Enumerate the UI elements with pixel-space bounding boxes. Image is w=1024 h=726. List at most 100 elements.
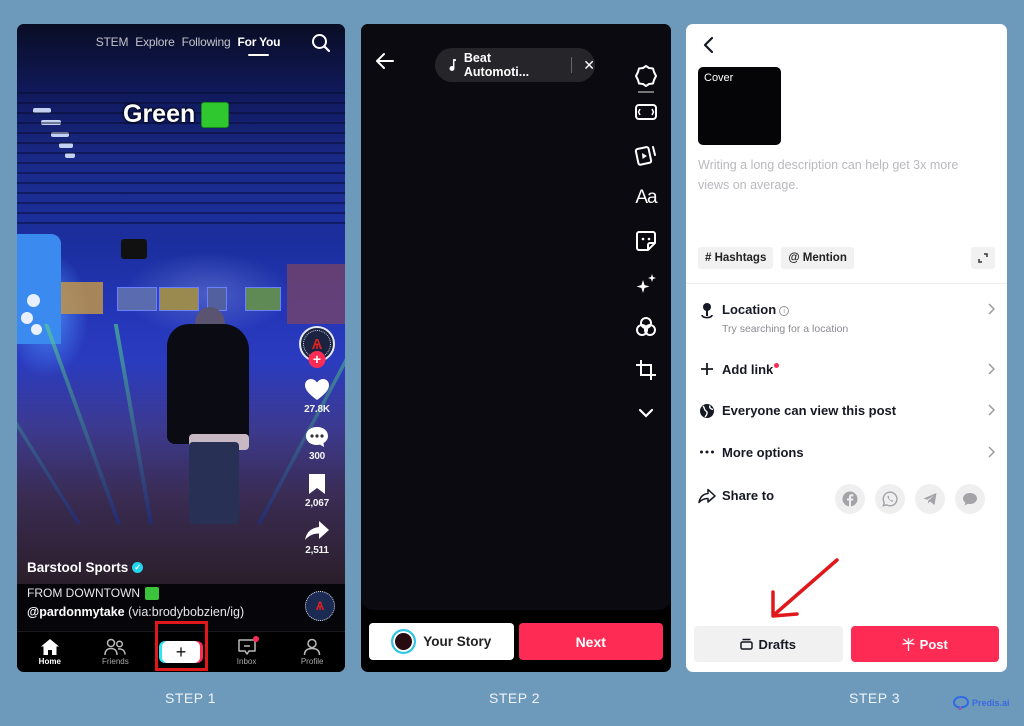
like-action[interactable]: 27.8K	[304, 378, 330, 415]
step-1-caption: STEP 1	[165, 690, 216, 706]
profile-icon	[303, 638, 321, 656]
video-preview[interactable]	[361, 24, 671, 610]
follow-button[interactable]: +	[308, 351, 326, 368]
verified-badge-icon: ✓	[132, 562, 144, 573]
music-disc-logo: Ѧ	[315, 599, 324, 613]
cover-thumbnail[interactable]: Cover	[698, 67, 781, 145]
lane-gutter	[44, 324, 121, 524]
cover-label: Cover	[704, 72, 734, 84]
step-3-caption: STEP 3	[849, 690, 900, 706]
your-story-button[interactable]: Your Story	[369, 623, 514, 660]
wall-dot	[21, 312, 33, 324]
tv-screen	[159, 287, 199, 311]
mention-chip[interactable]: @ Mention	[781, 247, 854, 269]
tool-text[interactable]: Aa	[635, 177, 657, 220]
location-hint: Try searching for a location	[722, 323, 849, 335]
tool-frame[interactable]	[634, 91, 658, 134]
music-note-icon	[449, 59, 456, 71]
tool-clips[interactable]	[634, 134, 658, 177]
wall-dot	[27, 294, 40, 307]
creator-name[interactable]: Barstool Sports ✓	[27, 560, 144, 575]
next-button[interactable]: Next	[518, 623, 663, 660]
share-to-row: Share to	[698, 484, 995, 514]
tab-explore[interactable]: Explore	[135, 35, 174, 49]
search-icon[interactable]	[311, 33, 331, 58]
drafts-button[interactable]: Drafts	[694, 626, 843, 662]
save-count: 2,067	[304, 498, 330, 509]
tab-stem[interactable]: STEM	[96, 35, 129, 49]
window-bar	[61, 282, 103, 314]
new-indicator-dot	[774, 363, 780, 368]
crop-icon	[636, 360, 656, 380]
caption-chips: # Hashtags @ Mention	[698, 247, 854, 269]
expand-icon[interactable]	[971, 247, 995, 269]
music-title: Beat Automoti...	[463, 51, 530, 79]
notification-dot	[252, 636, 259, 642]
plus-icon	[698, 362, 716, 376]
chevron-right-icon	[987, 302, 996, 320]
tab-for-you[interactable]: For You	[237, 35, 280, 56]
back-chevron-icon[interactable]	[702, 36, 714, 59]
back-arrow-icon[interactable]	[375, 52, 395, 75]
nav-inbox-label: Inbox	[236, 657, 257, 666]
share-action[interactable]: 2,511	[304, 519, 330, 556]
tool-more[interactable]	[638, 392, 654, 435]
tool-crop[interactable]	[635, 349, 657, 392]
whatsapp-share-button[interactable]	[875, 484, 905, 514]
add-link-row[interactable]: Add link	[698, 362, 996, 380]
text-aa-icon: Aa	[635, 187, 657, 208]
clip-play-icon	[634, 146, 656, 166]
side-action-bar: Ѧ + 27.8K 300 2,067 2,511	[295, 326, 339, 556]
comment-action[interactable]: 300	[304, 425, 330, 462]
music-disc[interactable]: Ѧ	[305, 591, 335, 621]
music-selector[interactable]: Beat Automoti... ✕	[435, 48, 595, 82]
hashtags-chip[interactable]: # Hashtags	[698, 247, 774, 269]
tool-effects[interactable]	[634, 263, 658, 306]
video-frame-icon	[635, 104, 657, 120]
step3-post-screen: Cover Writing a long description can hel…	[686, 24, 1007, 672]
nav-friends[interactable]: Friends	[85, 638, 145, 666]
section-divider	[686, 283, 1007, 284]
visibility-label: Everyone can view this post	[722, 403, 897, 418]
wall-dot	[31, 324, 42, 335]
tool-sticker[interactable]	[635, 220, 657, 263]
more-options-row[interactable]: More options	[698, 445, 996, 460]
message-share-button[interactable]	[955, 484, 985, 514]
nav-home[interactable]: Home	[20, 638, 80, 666]
info-icon[interactable]: i	[779, 305, 790, 316]
lane-gutter	[17, 324, 82, 524]
person-body	[167, 324, 249, 444]
tab-following[interactable]: Following	[182, 35, 231, 49]
save-action[interactable]: 2,067	[305, 472, 329, 509]
post-spark-icon	[902, 637, 915, 651]
pill-divider	[571, 57, 573, 73]
step2-edit-screen: Beat Automoti... ✕ Aa Your Story Next	[361, 24, 671, 672]
visibility-row[interactable]: Everyone can view this post	[698, 403, 996, 419]
nav-profile[interactable]: Profile	[282, 638, 342, 666]
like-count: 27.8K	[304, 404, 330, 415]
telegram-share-button[interactable]	[915, 484, 945, 514]
share-outline-icon	[698, 488, 716, 504]
facebook-share-button[interactable]	[835, 484, 865, 514]
remove-music-close-icon[interactable]: ✕	[583, 57, 595, 74]
tv-screen	[245, 287, 281, 311]
mention-link[interactable]: @pardonmytake	[27, 605, 125, 619]
green-square-emoji	[201, 101, 230, 128]
location-row[interactable]: Location i Try searching for a location	[698, 302, 996, 335]
nav-profile-label: Profile	[300, 657, 324, 666]
brand-name: Predis.ai	[972, 698, 1010, 708]
step2-bottom-bar: Your Story Next	[369, 623, 663, 660]
description-input[interactable]: Writing a long description can help get …	[698, 155, 988, 195]
nav-inbox[interactable]: Inbox	[217, 636, 277, 666]
comment-icon	[306, 427, 328, 447]
post-button[interactable]: Post	[850, 626, 999, 662]
video-overlay-text: Green	[123, 100, 230, 129]
creator-avatar[interactable]: Ѧ +	[299, 326, 335, 368]
whatsapp-icon	[882, 491, 898, 507]
caption-text: FROM DOWNTOWN	[27, 586, 141, 600]
chevron-right-icon	[987, 362, 996, 380]
creator-name-text: Barstool Sports	[27, 560, 129, 575]
location-label: Location	[722, 302, 777, 317]
globe-icon	[698, 403, 716, 419]
tool-filters[interactable]	[634, 306, 658, 349]
